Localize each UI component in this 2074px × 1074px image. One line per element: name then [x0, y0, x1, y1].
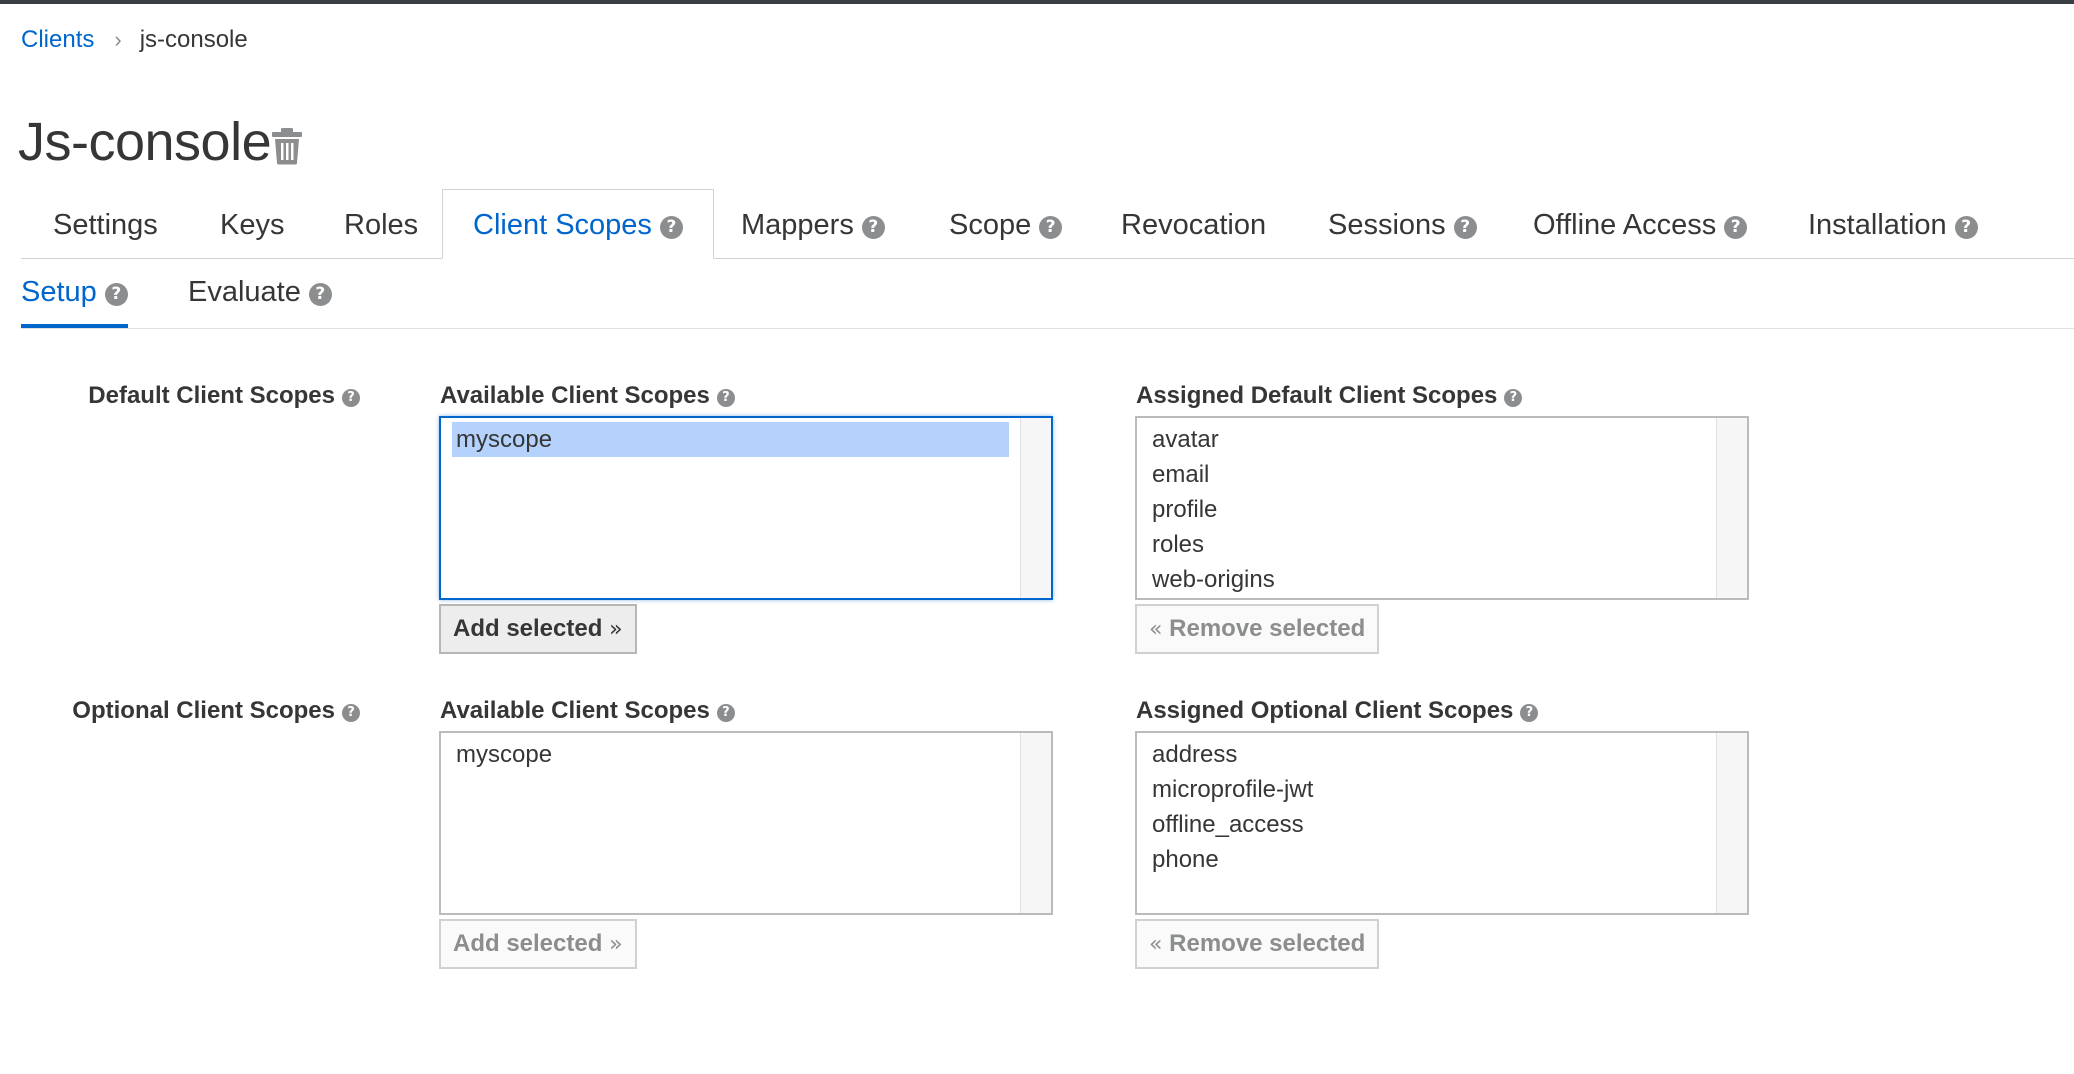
double-chevron-right-icon: »	[609, 617, 623, 642]
help-icon[interactable]: ?	[1039, 216, 1063, 239]
list-item[interactable]: microprofile-jwt	[1137, 772, 1707, 807]
row-label-text: Optional Client Scopes	[72, 697, 335, 724]
optional-add-selected-button[interactable]: Add selected »	[439, 919, 637, 969]
breadcrumb: Clients › js-console	[21, 26, 248, 54]
optional-assigned-listbox[interactable]: address microprofile-jwt offline_access …	[1135, 731, 1749, 915]
col-label-text: Assigned Default Client Scopes	[1136, 382, 1498, 409]
help-icon[interactable]: ?	[1954, 216, 1978, 239]
default-assigned-listbox[interactable]: avatar email profile roles web-origins	[1135, 416, 1749, 600]
tab-label: Client Scopes	[473, 209, 652, 241]
list-item[interactable]: email	[1137, 457, 1707, 492]
list-item[interactable]: avatar	[1137, 422, 1707, 457]
listbox-scrollbar[interactable]	[1020, 733, 1051, 913]
help-icon[interactable]: ?	[1504, 389, 1523, 407]
tab-label: Offline Access	[1533, 209, 1717, 241]
tab-keys[interactable]: Keys	[220, 190, 284, 258]
page-title: Js-console	[18, 112, 272, 172]
default-available-label: Available Client Scopes?	[440, 382, 735, 410]
tab-offline-access[interactable]: Offline Access?	[1533, 190, 1748, 258]
list-item[interactable]: myscope	[452, 422, 1009, 457]
client-tabs: Settings Keys Roles Client Scopes? Mappe…	[21, 189, 2074, 259]
help-icon[interactable]: ?	[308, 283, 332, 306]
list-item[interactable]: web-origins	[1137, 562, 1707, 597]
subtab-label: Evaluate	[188, 276, 301, 308]
default-remove-selected-button[interactable]: « Remove selected	[1135, 604, 1380, 654]
active-subtab-indicator	[21, 324, 128, 328]
col-label-text: Assigned Optional Client Scopes	[1136, 697, 1514, 724]
tab-installation[interactable]: Installation?	[1808, 190, 1978, 258]
help-icon[interactable]: ?	[1520, 704, 1539, 722]
tab-mappers[interactable]: Mappers?	[741, 190, 885, 258]
breadcrumb-chevron-icon: ›	[114, 27, 122, 52]
list-item[interactable]: phone	[1137, 842, 1707, 877]
double-chevron-left-icon: «	[1149, 617, 1163, 642]
col-label-text: Available Client Scopes	[440, 382, 710, 409]
optional-assigned-label: Assigned Optional Client Scopes?	[1136, 697, 1539, 725]
tab-scope[interactable]: Scope?	[949, 190, 1063, 258]
tab-label: Scope	[949, 209, 1032, 241]
help-icon[interactable]: ?	[1724, 216, 1748, 239]
help-icon[interactable]: ?	[716, 389, 735, 407]
help-icon[interactable]: ?	[659, 216, 683, 239]
tab-label: Roles	[344, 209, 419, 241]
tab-label: Mappers	[741, 209, 854, 241]
tab-roles[interactable]: Roles	[344, 190, 418, 258]
help-icon[interactable]: ?	[1453, 216, 1477, 239]
optional-remove-selected-button[interactable]: « Remove selected	[1135, 919, 1380, 969]
tab-label: Settings	[53, 209, 158, 241]
list-item[interactable]: profile	[1137, 492, 1707, 527]
subtab-label: Setup	[21, 276, 97, 308]
listbox-scrollbar[interactable]	[1020, 418, 1051, 598]
help-icon[interactable]: ?	[861, 216, 885, 239]
tab-sessions[interactable]: Sessions?	[1328, 190, 1477, 258]
help-icon[interactable]: ?	[342, 389, 360, 407]
button-label: Remove selected	[1169, 615, 1366, 642]
tab-label: Revocation	[1121, 209, 1267, 241]
help-icon[interactable]: ?	[716, 704, 735, 722]
tab-label: Sessions	[1328, 209, 1446, 241]
button-label: Add selected	[453, 930, 603, 957]
tab-label: Installation	[1808, 209, 1947, 241]
help-icon[interactable]: ?	[342, 704, 360, 722]
breadcrumb-current: js-console	[139, 26, 248, 53]
list-item[interactable]: offline_access	[1137, 807, 1707, 842]
button-label: Add selected	[453, 615, 603, 642]
row-label-text: Default Client Scopes	[88, 382, 335, 409]
default-available-listbox[interactable]: myscope	[439, 416, 1053, 600]
tab-label: Keys	[220, 209, 285, 241]
default-add-selected-button[interactable]: Add selected »	[439, 604, 637, 654]
list-item[interactable]: roles	[1137, 527, 1707, 562]
optional-client-scopes-label: Optional Client Scopes?	[72, 697, 360, 725]
tab-client-scopes[interactable]: Client Scopes?	[442, 189, 714, 259]
list-item[interactable]: address	[1137, 737, 1707, 772]
col-label-text: Available Client Scopes	[440, 697, 710, 724]
tab-revocation[interactable]: Revocation	[1121, 190, 1266, 258]
double-chevron-right-icon: »	[609, 932, 623, 957]
client-scopes-subtabs: Setup? Evaluate?	[21, 258, 2074, 329]
trash-icon[interactable]	[270, 127, 304, 165]
list-item[interactable]: myscope	[441, 737, 1011, 772]
listbox-scrollbar[interactable]	[1716, 733, 1747, 913]
subtab-evaluate[interactable]: Evaluate?	[188, 276, 332, 309]
help-icon[interactable]: ?	[104, 283, 128, 306]
top-border	[0, 0, 2074, 4]
tab-settings[interactable]: Settings	[53, 190, 158, 258]
default-client-scopes-label: Default Client Scopes?	[88, 382, 360, 410]
default-assigned-label: Assigned Default Client Scopes?	[1136, 382, 1523, 410]
breadcrumb-clients-link[interactable]: Clients	[21, 26, 94, 54]
double-chevron-left-icon: «	[1149, 932, 1163, 957]
optional-available-label: Available Client Scopes?	[440, 697, 735, 725]
listbox-scrollbar[interactable]	[1716, 418, 1747, 598]
optional-available-listbox[interactable]: myscope	[439, 731, 1053, 915]
button-label: Remove selected	[1169, 930, 1366, 957]
subtab-setup[interactable]: Setup?	[21, 276, 128, 309]
